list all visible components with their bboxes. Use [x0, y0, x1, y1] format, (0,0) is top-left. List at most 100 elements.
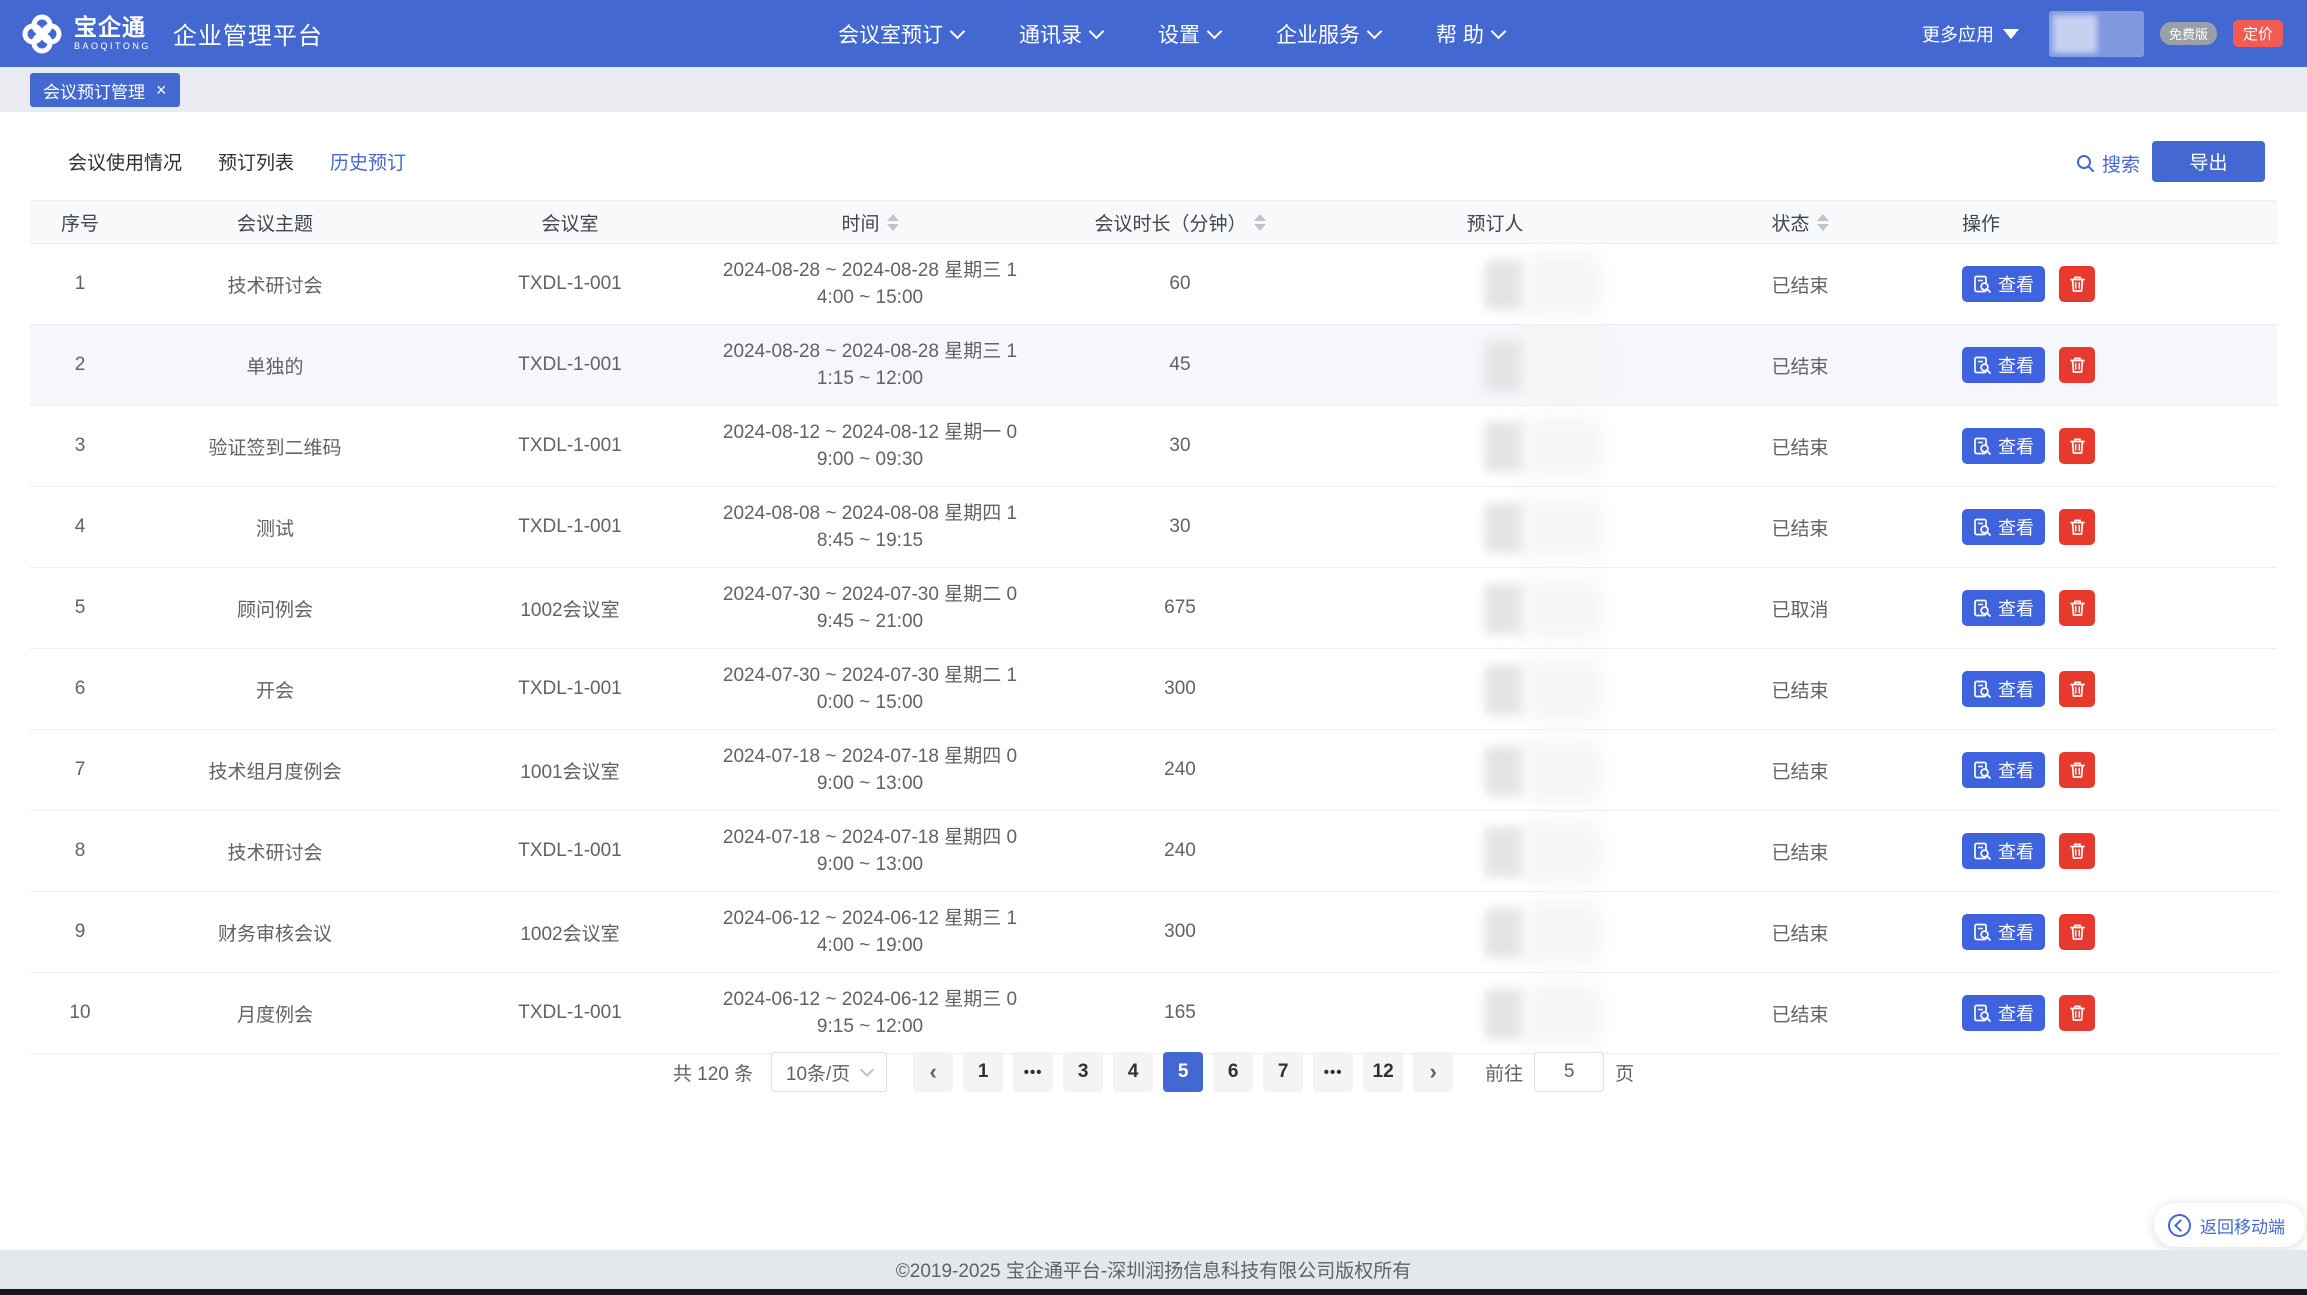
tab[interactable]: 历史预订 — [330, 148, 406, 175]
cell-meeting-topic: 开会 — [130, 649, 420, 729]
page-number-button[interactable]: 1 — [963, 1052, 1003, 1092]
export-button[interactable]: 导出 — [2152, 141, 2265, 182]
more-pages-button[interactable]: ••• — [1013, 1052, 1053, 1092]
cell-booker — [1340, 244, 1650, 324]
trash-icon — [2069, 275, 2086, 293]
delete-button[interactable] — [2059, 752, 2095, 788]
cell-duration: 240 — [1020, 730, 1340, 810]
sort-carets[interactable] — [1817, 214, 1829, 231]
nav-menu-item[interactable]: 设置 — [1158, 19, 1220, 49]
page-number-button[interactable]: 7 — [1263, 1052, 1303, 1092]
cell-booker — [1340, 649, 1650, 729]
tab[interactable]: 预订列表 — [218, 148, 294, 175]
sort-descending-icon[interactable] — [887, 224, 899, 231]
cell-actions: 查看 — [1950, 811, 2277, 891]
view-button[interactable]: 查看 — [1962, 995, 2045, 1031]
view-button[interactable]: 查看 — [1962, 671, 2045, 707]
delete-button[interactable] — [2059, 914, 2095, 950]
document-search-icon — [1973, 437, 1992, 456]
nav-menu-item[interactable]: 通讯录 — [1019, 19, 1102, 49]
redacted-booker-avatar — [1485, 989, 1525, 1039]
pricing-badge[interactable]: 定价 — [2233, 20, 2283, 47]
table-column-header: 预订人 — [1340, 209, 1650, 236]
search-button[interactable]: 搜索 — [2076, 150, 2140, 177]
goto-page: 前往 页 — [1485, 1052, 1634, 1092]
cell-duration: 675 — [1020, 568, 1340, 648]
goto-suffix-label: 页 — [1615, 1059, 1634, 1086]
sort-ascending-icon[interactable] — [1254, 214, 1266, 221]
sort-descending-icon[interactable] — [1817, 224, 1829, 231]
delete-button[interactable] — [2059, 509, 2095, 545]
page-number-button[interactable]: 12 — [1363, 1052, 1403, 1092]
copyright-text: ©2019-2025 宝企通平台-深圳润扬信息科技有限公司版权所有 — [896, 1256, 1411, 1283]
cell-booker — [1340, 325, 1650, 405]
column-header-label: 会议室 — [541, 209, 598, 236]
cell-meeting-topic: 月度例会 — [130, 973, 420, 1053]
nav-menu-item[interactable]: 企业服务 — [1276, 19, 1380, 49]
view-button[interactable]: 查看 — [1962, 428, 2045, 464]
cell-booker — [1340, 568, 1650, 648]
page-number-button[interactable]: 5 — [1163, 1052, 1203, 1092]
redacted-booker-avatar — [1485, 503, 1525, 553]
cell-meeting-room: TXDL-1-001 — [420, 649, 720, 729]
cell-meeting-topic: 顾问例会 — [130, 568, 420, 648]
delete-button[interactable] — [2059, 590, 2095, 626]
view-button[interactable]: 查看 — [1962, 266, 2045, 302]
cell-meeting-room: 1002会议室 — [420, 892, 720, 972]
delete-button[interactable] — [2059, 995, 2095, 1031]
view-button[interactable]: 查看 — [1962, 590, 2045, 626]
tab[interactable]: 会议使用情况 — [68, 148, 182, 175]
cell-time: 2024-07-18 ~ 2024-07-18 星期四 09:00 ~ 13:0… — [720, 811, 1020, 891]
more-pages-button[interactable]: ••• — [1313, 1052, 1353, 1092]
table-row: 1 技术研讨会 TXDL-1-001 2024-08-28 ~ 2024-08-… — [30, 244, 2277, 325]
nav-menu-item[interactable]: 帮 助 — [1436, 19, 1504, 49]
sort-ascending-icon[interactable] — [1817, 214, 1829, 221]
redacted-booker-avatar — [1485, 584, 1525, 634]
cell-meeting-room: TXDL-1-001 — [420, 811, 720, 891]
view-button-label: 查看 — [1998, 514, 2034, 540]
trash-icon — [2069, 1004, 2086, 1022]
sort-descending-icon[interactable] — [1254, 224, 1266, 231]
cell-booker — [1340, 973, 1650, 1053]
delete-button[interactable] — [2059, 347, 2095, 383]
table-column-header: 会议主题 — [130, 209, 420, 236]
next-page-button[interactable]: › — [1413, 1052, 1453, 1092]
delete-button[interactable] — [2059, 428, 2095, 464]
back-to-mobile-button[interactable]: 返回移动端 — [2154, 1203, 2305, 1247]
platform-title: 企业管理平台 — [173, 16, 323, 51]
redacted-booker-avatar — [1485, 260, 1525, 310]
cell-index: 2 — [30, 325, 130, 405]
view-button[interactable]: 查看 — [1962, 347, 2045, 383]
delete-button[interactable] — [2059, 671, 2095, 707]
page-number-button[interactable]: 4 — [1113, 1052, 1153, 1092]
bottom-edge-strip — [0, 1289, 2307, 1295]
page-buttons: ‹ 1•••34567•••12 › — [913, 1052, 1453, 1092]
previous-page-button[interactable]: ‹ — [913, 1052, 953, 1092]
table-column-header: 序号 — [30, 209, 130, 236]
redacted-booker-avatar — [1485, 341, 1525, 391]
page-size-select[interactable]: 10条/页 — [771, 1052, 887, 1092]
sort-carets[interactable] — [1254, 214, 1266, 231]
more-apps-menu[interactable]: 更多应用 — [1922, 21, 2019, 47]
tag-meeting-booking-management[interactable]: 会议预订管理 × — [30, 73, 180, 107]
column-header-label: 时间 — [841, 209, 879, 236]
view-button[interactable]: 查看 — [1962, 509, 2045, 545]
nav-menu-item[interactable]: 会议室预订 — [838, 19, 963, 49]
close-icon[interactable]: × — [156, 81, 167, 99]
redacted-booker-name — [1524, 983, 1602, 1045]
cell-meeting-room: TXDL-1-001 — [420, 325, 720, 405]
view-button[interactable]: 查看 — [1962, 752, 2045, 788]
view-button[interactable]: 查看 — [1962, 914, 2045, 950]
table-header-row: 序号 会议主题 会议室 时间 会议时长（分钟） 预订人 状态 操作 — [30, 200, 2277, 244]
brand-text: 宝企通 BAOQITONG — [74, 16, 151, 51]
sort-ascending-icon[interactable] — [887, 214, 899, 221]
delete-button[interactable] — [2059, 833, 2095, 869]
sort-carets[interactable] — [887, 214, 899, 231]
delete-button[interactable] — [2059, 266, 2095, 302]
goto-page-input[interactable] — [1534, 1052, 1604, 1092]
page-number-button[interactable]: 6 — [1213, 1052, 1253, 1092]
page-number-button[interactable]: 3 — [1063, 1052, 1103, 1092]
page-number-list: 1•••34567•••12 — [963, 1052, 1403, 1092]
view-button-label: 查看 — [1998, 757, 2034, 783]
view-button[interactable]: 查看 — [1962, 833, 2045, 869]
